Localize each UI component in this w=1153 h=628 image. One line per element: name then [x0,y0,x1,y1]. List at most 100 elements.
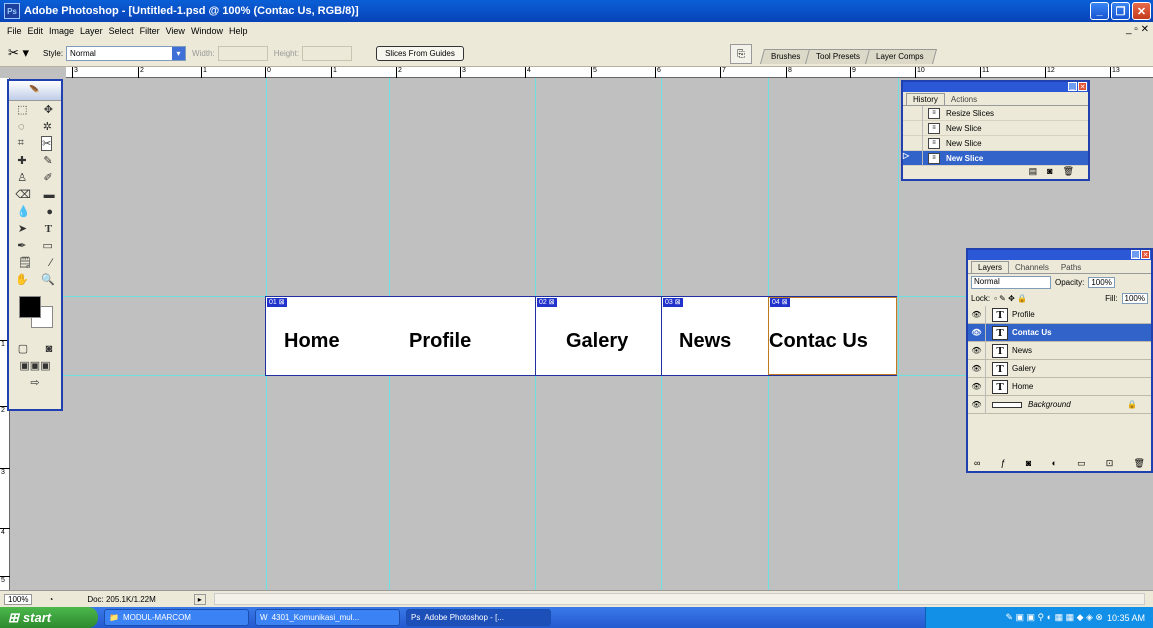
menu-layer[interactable]: Layer [77,26,106,36]
layer-style-icon[interactable]: ƒ [1001,458,1006,469]
tab-layers[interactable]: Layers [971,261,1010,273]
shape-tool-icon[interactable]: ▭ [43,239,53,252]
tab-channels[interactable]: Channels [1009,262,1055,273]
trash-icon[interactable]: 🗑 [1134,458,1145,469]
marquee-tool-icon[interactable]: ⬚ [17,103,27,116]
eyedropper-tool-icon[interactable]: ⁄ [50,257,52,269]
history-gutter[interactable] [903,120,923,136]
menu-edit[interactable]: Edit [25,26,47,36]
feather-logo-icon[interactable]: 🪶 [9,81,61,101]
slice-badge-02[interactable]: 02 ⊠ [537,298,557,307]
layer-row-background[interactable]: 👁 Background 🔒 [968,395,1151,414]
history-gutter[interactable] [903,135,923,151]
eye-icon[interactable]: 👁 [968,377,986,396]
document-window-controls[interactable]: _ ▫ ✕ [1126,24,1149,35]
crop-tool-icon[interactable]: ⌗ [18,137,24,150]
blur-tool-icon[interactable]: 💧 [17,205,31,218]
layer-row[interactable]: 👁 T Profile [968,305,1151,324]
menu-file[interactable]: File [4,26,25,36]
pen-tool-icon[interactable]: ✒ [17,239,26,252]
fill-input[interactable]: 100% [1121,292,1148,304]
menu-window[interactable]: Window [188,26,226,36]
width-input[interactable] [217,45,268,61]
blend-mode-select[interactable]: Normal [971,275,1051,289]
tab-actions[interactable]: Actions [945,94,983,105]
new-group-icon[interactable]: ▭ [1077,458,1086,469]
move-tool-icon[interactable]: ✥ [44,103,53,116]
trash-icon[interactable]: 🗑 [1063,166,1074,177]
type-tool-icon[interactable]: T [45,223,52,235]
brush-tool-icon[interactable]: ✎ [43,154,52,167]
history-item-active[interactable]: ▷ ≡ New Slice [903,150,1088,166]
history-gutter[interactable]: ▷ [903,150,923,166]
dodge-tool-icon[interactable]: ● [46,206,53,218]
eye-icon[interactable]: 👁 [968,395,986,414]
tray-icons[interactable]: ✎ ▣ ▣ ⚲ ◐ ▦ ▦ ◆ ◈ ⊗ [1005,612,1102,623]
clock[interactable]: 10:35 AM [1107,613,1145,623]
slice-badge-01[interactable]: 01 ⊠ [267,298,287,307]
layer-row[interactable]: 👁 T News [968,341,1151,360]
menu-image[interactable]: Image [46,26,77,36]
history-item[interactable]: ≡ Resize Slices [903,105,1088,121]
tab-history[interactable]: History [906,93,945,105]
height-input[interactable] [302,45,353,61]
eye-icon[interactable]: 👁 [968,305,986,324]
minimize-icon[interactable]: _ [1068,82,1077,91]
photoshop-app-icon[interactable]: Ps [4,3,20,19]
style-select[interactable]: Normal ▾ [66,45,187,61]
slice-badge-04[interactable]: 04 ⊠ [770,298,790,307]
hand-tool-icon[interactable]: ✋ [15,273,29,286]
menu-filter[interactable]: Filter [137,26,163,36]
link-icon[interactable]: ∞ [974,458,980,469]
layer-row[interactable]: 👁 T Galery [968,359,1151,378]
navigation-banner[interactable]: 01 ⊠ 02 ⊠ 03 ⊠ 04 ⊠ Home Profile Galery … [265,296,897,376]
eye-icon[interactable]: 👁 [968,359,986,378]
opacity-input[interactable]: 100% [1088,276,1115,288]
healing-brush-tool-icon[interactable]: ✚ [17,154,26,167]
screen-mode-icon[interactable]: ▣▣▣ [19,359,50,372]
history-item[interactable]: ≡ New Slice [903,135,1088,151]
new-layer-icon[interactable]: ⊡ [1106,458,1114,469]
restore-button[interactable]: ❐ [1111,2,1130,20]
layer-row[interactable]: 👁 T Home [968,377,1151,396]
slice-tool-preset-icon[interactable]: ✂ ▾ [8,45,29,61]
new-document-from-state-icon[interactable]: ▤ [1029,166,1038,177]
adjustment-layer-icon[interactable]: ◐ [1051,458,1056,469]
start-button[interactable]: ⊞ start [0,607,98,628]
minimize-button[interactable]: _ [1090,2,1109,20]
history-item[interactable]: ≡ New Slice [903,120,1088,136]
tab-paths[interactable]: Paths [1055,262,1087,273]
quick-mask-mode-icon[interactable]: ◙ [46,343,53,355]
zoom-level[interactable]: 100% [4,593,33,605]
close-icon[interactable]: ✕ [1141,250,1150,259]
standard-mode-icon[interactable]: ▢ [18,342,28,355]
notes-tool-icon[interactable]: 🗒 [18,256,32,269]
new-snapshot-icon[interactable]: ◙ [1047,166,1052,177]
history-brush-tool-icon[interactable]: ✐ [44,171,53,184]
navigator-icon[interactable]: ◔ [48,595,53,604]
close-icon[interactable]: ✕ [1078,82,1087,91]
tab-tool-presets[interactable]: Tool Presets [805,49,874,64]
horizontal-ruler[interactable]: 3 2 1 0 1 2 3 4 5 6 7 8 9 10 11 12 13 [66,67,1153,78]
task-modul-marcom[interactable]: 📁 MODUL-MARCOM [104,609,249,626]
status-menu-arrow-icon[interactable]: ▸ [193,593,206,605]
clone-stamp-tool-icon[interactable]: ♙ [17,171,27,184]
foreground-color-swatch[interactable] [19,296,41,318]
tab-layer-comps[interactable]: Layer Comps [865,49,937,64]
slices-from-guides-button[interactable]: Slices From Guides [376,45,464,61]
zoom-tool-icon[interactable]: 🔍 [41,273,55,286]
jump-to-imageready-icon[interactable]: ⇨ [30,376,39,389]
eye-icon[interactable]: 👁 [968,341,986,360]
horizontal-scrollbar[interactable] [213,593,1145,605]
menu-help[interactable]: Help [226,26,251,36]
path-selection-tool-icon[interactable]: ➤ [18,222,27,235]
task-word-document[interactable]: W 4301_Komunikasi_mul... [255,609,400,626]
palette-well-icon[interactable]: ⎘ [730,44,752,64]
slice-badge-03[interactable]: 03 ⊠ [663,298,683,307]
eye-icon[interactable]: 👁 [968,323,986,342]
add-mask-icon[interactable]: ◙ [1026,458,1031,469]
magic-wand-tool-icon[interactable]: ✲ [43,120,52,133]
close-button[interactable]: ✕ [1132,2,1151,20]
gradient-tool-icon[interactable]: ▬ [44,189,55,201]
menu-select[interactable]: Select [106,26,137,36]
